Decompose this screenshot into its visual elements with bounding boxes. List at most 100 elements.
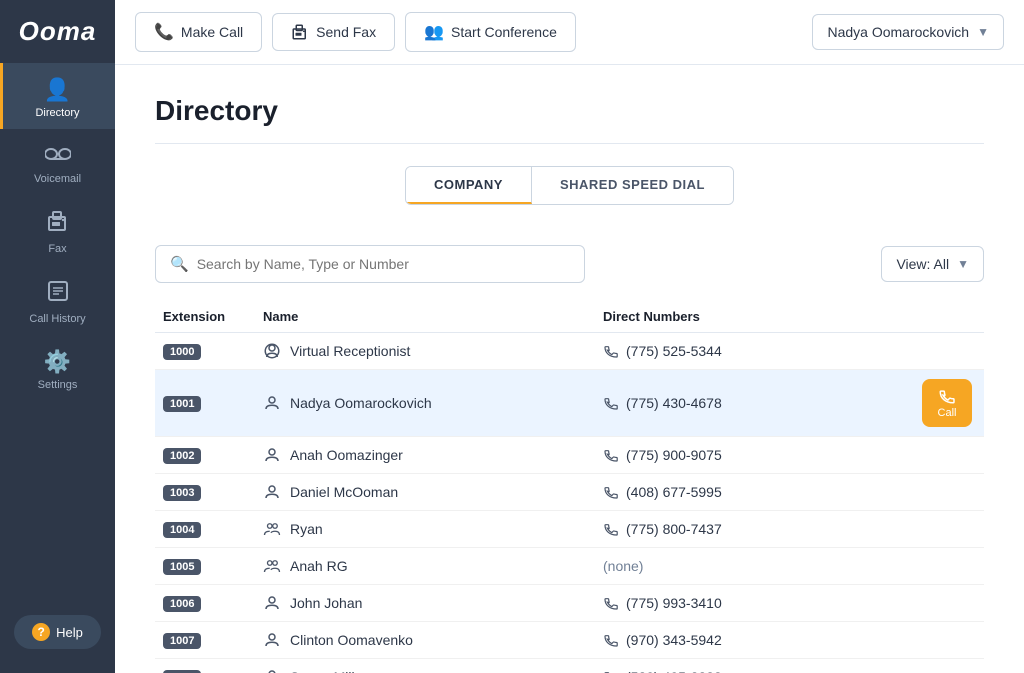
table-row[interactable]: 1005 Anah RG (none) (155, 548, 984, 585)
table-row[interactable]: 1007Clinton Oomavenko (970) 343-5942 (155, 622, 984, 659)
phone-icon (603, 484, 619, 500)
search-input[interactable] (197, 256, 570, 272)
main-area: 📞 Make Call Send Fax 👥 Start Conference … (115, 0, 1024, 673)
sidebar-item-fax[interactable]: Fax (0, 195, 115, 265)
table-row[interactable]: 1006 John Johan (775) 993-3410 (155, 585, 984, 622)
fax-icon (46, 209, 70, 239)
col-header-direct-numbers: Direct Numbers (595, 301, 984, 333)
ext-cell: 1002 (155, 437, 255, 474)
phone-cell: (775) 800-7437 (595, 511, 984, 548)
send-fax-button[interactable]: Send Fax (272, 13, 395, 51)
search-icon: 🔍 (170, 255, 189, 273)
call-btn-label: Call (938, 407, 957, 419)
search-box[interactable]: 🔍 (155, 245, 585, 283)
phone-cell-inner: (775) 430-4678 (603, 395, 722, 411)
help-label: Help (56, 625, 83, 640)
no-phone-label: (none) (603, 558, 643, 574)
help-button[interactable]: ? Help (14, 615, 101, 649)
phone-cell: (775) 525-5344 (595, 333, 984, 370)
table-row[interactable]: 1008 Susan Mills (530) 405-2228 (155, 659, 984, 673)
call-phone-icon (938, 387, 956, 405)
logo-text: Ooma (19, 16, 97, 46)
ext-cell: 1006 (155, 585, 255, 622)
sidebar-item-call-history[interactable]: Call History (0, 265, 115, 335)
person-name: Clinton Oomavenko (290, 632, 413, 648)
phone-icon (603, 447, 619, 463)
ext-cell: 1005 (155, 548, 255, 585)
table-row[interactable]: 1004 Ryan (775) 800-7437 (155, 511, 984, 548)
name-cell: Ryan (255, 511, 595, 548)
sidebar-item-label-fax: Fax (48, 243, 66, 255)
ext-cell: 1004 (155, 511, 255, 548)
call-history-icon (46, 279, 70, 309)
name-cell: Anah RG (255, 548, 595, 585)
ext-badge: 1005 (163, 559, 201, 575)
phone-cell: (none) (595, 548, 984, 585)
person-name: Nadya Oomarockovich (290, 395, 432, 411)
person-name: Daniel McOoman (290, 484, 398, 500)
ext-cell: 1000 (155, 333, 255, 370)
topbar: 📞 Make Call Send Fax 👥 Start Conference … (115, 0, 1024, 65)
directory-icon: 👤 (44, 77, 71, 103)
col-header-extension: Extension (155, 301, 255, 333)
phone-cell: (530) 405-2228 (595, 659, 984, 673)
table-row[interactable]: 1001 Nadya Oomarockovich (775) 430-4678 Cal… (155, 370, 984, 437)
ext-badge: 1003 (163, 485, 201, 501)
name-cell: Nadya Oomarockovich (255, 370, 595, 437)
call-button[interactable]: Call (922, 379, 972, 427)
name-cell: Virtual Receptionist (255, 333, 595, 370)
start-conference-button[interactable]: 👥 Start Conference (405, 12, 576, 52)
phone-icon (603, 632, 619, 648)
sidebar-item-label-settings: Settings (38, 379, 78, 391)
send-fax-label: Send Fax (316, 24, 376, 40)
table-row[interactable]: 1003Daniel McOoman (408) 677-5995 (155, 474, 984, 511)
person-name: John Johan (290, 595, 362, 611)
ext-cell: 1003 (155, 474, 255, 511)
tab-company[interactable]: COMPANY (406, 167, 532, 204)
make-call-button[interactable]: 📞 Make Call (135, 12, 262, 52)
name-cell: Susan Mills (255, 659, 595, 673)
phone-icon (603, 669, 619, 673)
help-icon: ? (32, 623, 50, 641)
ext-badge: 1007 (163, 633, 201, 649)
sidebar-item-label-voicemail: Voicemail (34, 173, 81, 185)
person-name: Ryan (290, 521, 323, 537)
phone-icon (603, 595, 619, 611)
tab-shared-speed-dial[interactable]: SHARED SPEED DIAL (532, 167, 733, 204)
sidebar-item-directory[interactable]: 👤 Directory (0, 63, 115, 129)
ext-badge: 1006 (163, 596, 201, 612)
dropdown-arrow-icon: ▼ (977, 25, 989, 39)
phone-number: (775) 430-4678 (626, 395, 722, 411)
ext-cell: 1001 (155, 370, 255, 437)
phone-cell: (775) 430-4678 Call (595, 370, 984, 437)
title-divider (155, 143, 984, 144)
ext-badge: 1002 (163, 448, 201, 464)
view-label: View: All (896, 256, 949, 272)
col-header-name: Name (255, 301, 595, 333)
settings-icon: ⚙️ (44, 349, 71, 375)
phone-number: (775) 993-3410 (626, 595, 722, 611)
user-name: Nadya Oomarockovich (827, 24, 969, 40)
make-call-label: Make Call (181, 24, 243, 40)
phone-icon (603, 521, 619, 537)
view-dropdown[interactable]: View: All ▼ (881, 246, 984, 282)
table-row[interactable]: 1002Anah Oomazinger (775) 900-9075 (155, 437, 984, 474)
name-cell: Clinton Oomavenko (255, 622, 595, 659)
phone-cell: (775) 900-9075 (595, 437, 984, 474)
person-name: Susan Mills (290, 669, 362, 673)
sidebar-item-settings[interactable]: ⚙️ Settings (0, 335, 115, 401)
ext-cell: 1008 (155, 659, 255, 673)
search-row: 🔍 View: All ▼ (155, 245, 984, 283)
sidebar: Ooma 👤 Directory Voicemail (0, 0, 115, 673)
table-row[interactable]: 1000 Virtual Receptionist (775) 525-5344 (155, 333, 984, 370)
ext-cell: 1007 (155, 622, 255, 659)
phone-number: (530) 405-2228 (626, 669, 722, 673)
sidebar-item-label-call-history: Call History (29, 313, 85, 325)
voicemail-icon (45, 143, 71, 169)
person-name: Virtual Receptionist (290, 343, 410, 359)
page-title: Directory (155, 95, 984, 127)
ext-badge: 1001 (163, 396, 201, 412)
user-menu[interactable]: Nadya Oomarockovich ▼ (812, 14, 1004, 50)
app-logo: Ooma (0, 0, 115, 63)
sidebar-item-voicemail[interactable]: Voicemail (0, 129, 115, 195)
